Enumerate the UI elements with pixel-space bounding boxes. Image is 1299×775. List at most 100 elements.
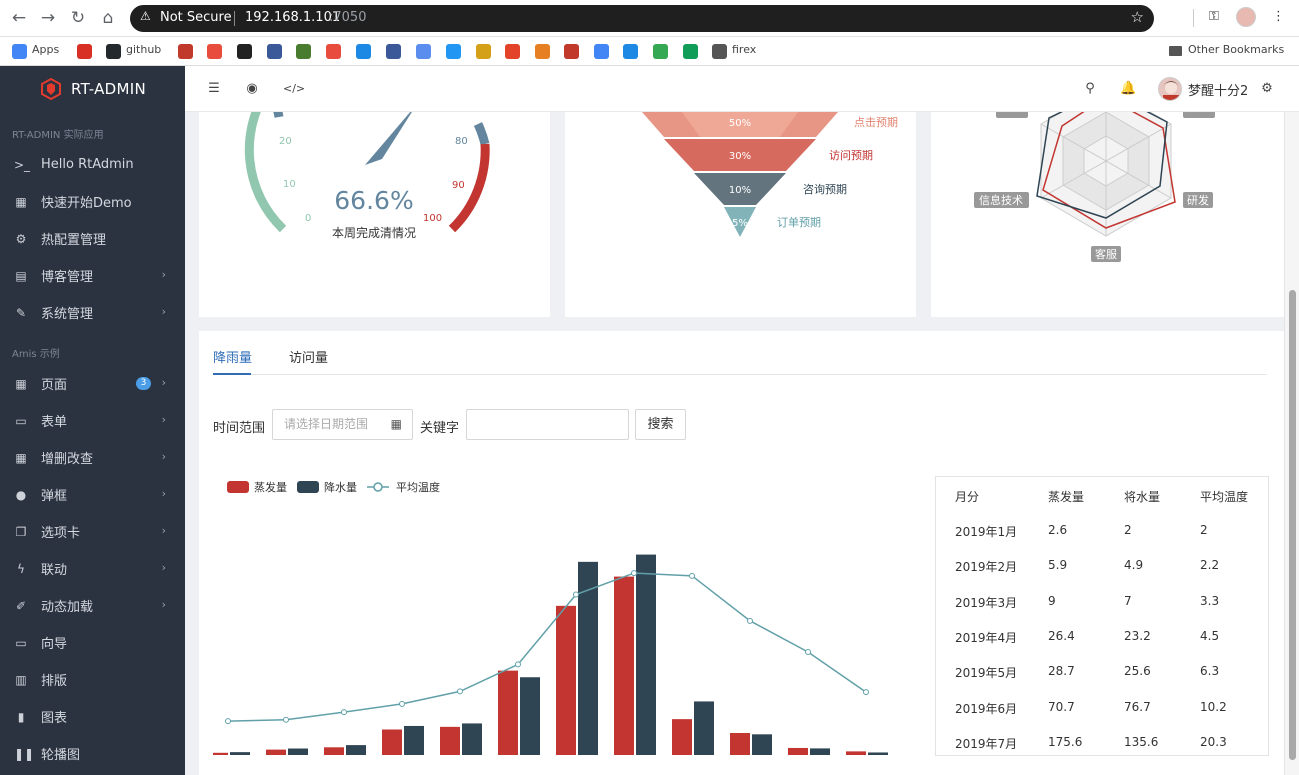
sidebar-item[interactable]: >_ Hello RtAdmin bbox=[0, 146, 185, 183]
user-name[interactable]: 梦醒十分2 bbox=[1188, 80, 1248, 99]
gauge-tick-0: 0 bbox=[305, 213, 311, 224]
keyword-label: 关键字 bbox=[420, 421, 460, 436]
sidebar-item-label: 图表 bbox=[41, 711, 68, 726]
menu-icon[interactable]: ⋮ bbox=[1272, 9, 1285, 24]
bookmark-16-icon[interactable] bbox=[564, 44, 579, 59]
table-cell: 4.9 bbox=[1124, 558, 1144, 573]
sidebar-item[interactable]: ⚙ 热配置管理 bbox=[0, 220, 185, 257]
bookmark-5-icon[interactable] bbox=[237, 44, 252, 59]
sidebar-item[interactable]: ❐ 选项卡 › bbox=[0, 513, 185, 550]
bookmark-20-icon[interactable] bbox=[683, 44, 698, 59]
legend-swatch-evaporation bbox=[227, 481, 249, 493]
sidebar-item[interactable]: ● 弹框 › bbox=[0, 476, 185, 513]
bookmark-0-label[interactable]: Apps bbox=[32, 43, 59, 56]
bookmark-3-icon[interactable] bbox=[178, 44, 193, 59]
bookmark-15-icon[interactable] bbox=[535, 44, 550, 59]
gauge-tick-100: 100 bbox=[423, 213, 442, 224]
bookmark-21-label[interactable]: firex bbox=[732, 43, 756, 56]
sidebar-item-label: 热配置管理 bbox=[41, 233, 107, 248]
sidebar-item[interactable]: ✎ 系统管理 › bbox=[0, 294, 185, 331]
table-cell: 6.3 bbox=[1200, 664, 1220, 679]
page-scrollbar[interactable] bbox=[1284, 112, 1299, 775]
bookmark-1-icon[interactable] bbox=[77, 44, 92, 59]
bookmark-11-icon[interactable] bbox=[416, 44, 431, 59]
bar-precipitation-9 bbox=[752, 734, 772, 755]
address-bar[interactable]: ⚠ Not Secure 192.168.1.101 :7050 ☆ bbox=[130, 5, 1154, 32]
table-cell: 2.2 bbox=[1200, 558, 1220, 573]
forward-icon[interactable]: → bbox=[38, 8, 58, 28]
date-range-input[interactable]: 请选择日期范围 ▦ bbox=[272, 409, 413, 440]
sidebar-item[interactable]: ▥ 排版 bbox=[0, 661, 185, 698]
funnel-pct-3: 10% bbox=[729, 185, 751, 196]
table-cell: 2 bbox=[1200, 523, 1208, 537]
app-header: ☰ ◉ </> ⚲ 🔔 梦醒十分2 ⚙ bbox=[185, 66, 1299, 112]
sidebar-item-icon: ❚❚ bbox=[14, 746, 35, 761]
bookmark-17-icon[interactable] bbox=[594, 44, 609, 59]
scroll-thumb[interactable] bbox=[1289, 290, 1296, 760]
keyword-input[interactable] bbox=[466, 409, 629, 440]
table-cell: 2019年1月 bbox=[955, 525, 1018, 539]
user-avatar[interactable] bbox=[1158, 77, 1182, 101]
folder-icon bbox=[1169, 46, 1182, 56]
bookmark-12-icon[interactable] bbox=[446, 44, 461, 59]
key-icon[interactable]: ⚿ bbox=[1209, 9, 1219, 24]
sidebar-item-icon: ▭ bbox=[15, 413, 27, 428]
bookmark-2-label[interactable]: github bbox=[126, 43, 161, 56]
sidebar-item[interactable]: ▦ 增删改查 › bbox=[0, 439, 185, 476]
brand[interactable]: RT-ADMIN bbox=[0, 66, 185, 112]
github-icon[interactable]: ◉ bbox=[244, 81, 260, 97]
funnel-label-2: 访问预期 bbox=[829, 149, 873, 162]
home-icon[interactable]: ⌂ bbox=[98, 8, 118, 28]
sidebar-item[interactable]: ❚❚ 轮播图 bbox=[0, 735, 185, 772]
sidebar-item-label: 快速开始Demo bbox=[41, 196, 132, 211]
bookmark-21-icon[interactable] bbox=[712, 44, 727, 59]
bookmark-8-icon[interactable] bbox=[326, 44, 341, 59]
time-range-label: 时间范围 bbox=[213, 421, 266, 436]
reload-icon[interactable]: ↻ bbox=[68, 8, 88, 28]
bookmark-14-icon[interactable] bbox=[505, 44, 520, 59]
tab-visits[interactable]: 访问量 bbox=[289, 347, 328, 366]
bell-icon[interactable]: 🔔 bbox=[1120, 81, 1136, 97]
data-table: 月分 蒸发量 将水量 平均温度 2019年1月 2.6 2 2 2019年2月 5.9 4.9 2.2… bbox=[935, 476, 1269, 756]
sidebar-item[interactable]: ✐ 动态加载 › bbox=[0, 587, 185, 624]
table-cell: 2019年3月 bbox=[955, 595, 1018, 610]
bookmark-18-icon[interactable] bbox=[623, 44, 638, 59]
bookmark-6-icon[interactable] bbox=[267, 44, 282, 59]
bookmark-4-icon[interactable] bbox=[207, 44, 222, 59]
bookmark-19-icon[interactable] bbox=[653, 44, 668, 59]
sidebar-item[interactable]: ▭ 向导 bbox=[0, 624, 185, 661]
sidebar-item[interactable]: ▤ 博客管理 › bbox=[0, 257, 185, 294]
sidebar-item[interactable]: ▦ 快速开始Demo bbox=[0, 183, 185, 220]
sidebar-item[interactable]: ▦ 页面 3 › bbox=[0, 365, 185, 402]
search-icon[interactable]: ⚲ bbox=[1082, 81, 1098, 97]
table-cell: 2019年2月 bbox=[955, 560, 1018, 575]
bookmark-2-icon[interactable] bbox=[106, 44, 121, 59]
bar-evaporation-0 bbox=[213, 752, 228, 755]
profile-avatar[interactable] bbox=[1236, 7, 1256, 27]
bar-evaporation-5 bbox=[498, 670, 518, 755]
sidebar-item[interactable]: ▮ 图表 bbox=[0, 698, 185, 735]
gauge-tick-10: 10 bbox=[283, 179, 296, 190]
logo-icon bbox=[41, 78, 61, 100]
code-icon[interactable]: </> bbox=[283, 81, 305, 97]
table-cell: 28.7 bbox=[1048, 664, 1075, 679]
tab-rainfall[interactable]: 降雨量 bbox=[213, 347, 252, 366]
back-icon[interactable]: ← bbox=[9, 8, 29, 28]
other-bookmarks[interactable]: Other Bookmarks bbox=[1188, 43, 1284, 56]
bookmark-star-icon[interactable]: ☆ bbox=[1131, 8, 1144, 26]
search-button[interactable]: 搜索 bbox=[635, 409, 686, 440]
bookmark-13-icon[interactable] bbox=[476, 44, 491, 59]
bar-evaporation-4 bbox=[440, 726, 460, 755]
bookmark-0-icon[interactable] bbox=[12, 44, 27, 59]
settings-gear-icon[interactable]: ⚙ bbox=[1259, 81, 1275, 97]
table-cell: 70.7 bbox=[1048, 699, 1075, 714]
bookmark-7-icon[interactable] bbox=[296, 44, 311, 59]
sidebar-item-icon: ▦ bbox=[15, 194, 27, 209]
table-header-cell: 月分 bbox=[955, 490, 980, 504]
sidebar-item-icon: ✎ bbox=[15, 305, 27, 320]
bookmark-10-icon[interactable] bbox=[386, 44, 401, 59]
sidebar-toggle-icon[interactable]: ☰ bbox=[206, 81, 222, 97]
sidebar-item[interactable]: ϟ 联动 › bbox=[0, 550, 185, 587]
bookmark-9-icon[interactable] bbox=[356, 44, 371, 59]
sidebar-item[interactable]: ▭ 表单 › bbox=[0, 402, 185, 439]
